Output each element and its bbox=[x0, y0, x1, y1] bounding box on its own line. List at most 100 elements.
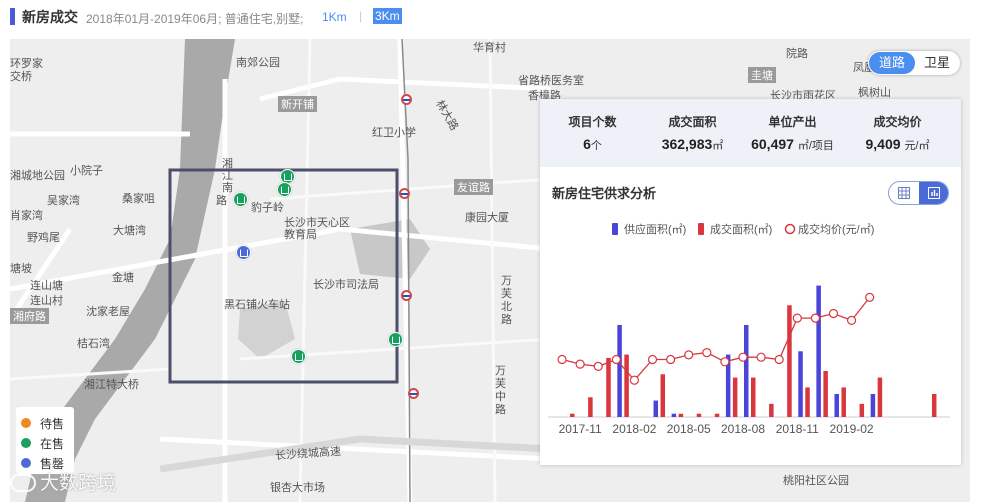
bar-mark bbox=[660, 374, 666, 417]
price-point bbox=[611, 354, 621, 365]
filter-summary: 2018年01月-2019年06月; 普通住宅,别墅; bbox=[86, 12, 304, 26]
legend-swatch bbox=[698, 223, 704, 235]
project-pin-on-sale[interactable] bbox=[388, 332, 403, 347]
legend-label: 待售 bbox=[40, 417, 65, 431]
bar-mark bbox=[841, 387, 846, 417]
title-accent-bar bbox=[10, 8, 15, 25]
bar-mark bbox=[617, 325, 622, 417]
bar-mark bbox=[588, 397, 593, 417]
bar-mark bbox=[877, 377, 883, 417]
bar-mark bbox=[570, 413, 575, 417]
map-label: 桃阳社区公园 bbox=[783, 475, 849, 487]
bar-mark bbox=[798, 351, 803, 417]
map-label: 小院子 bbox=[70, 165, 103, 177]
watermark-logo-icon bbox=[10, 474, 36, 492]
radius-separator: | bbox=[359, 9, 363, 23]
bar-mark bbox=[714, 413, 720, 417]
project-pin-on-sale[interactable] bbox=[277, 182, 292, 197]
stat-value: 60,497 ㎡/项目 bbox=[751, 136, 834, 152]
price-point bbox=[702, 348, 712, 358]
stat-label: 项目个数 bbox=[568, 115, 617, 129]
radius-3km-option[interactable]: 3Km bbox=[373, 8, 402, 24]
bar-mark bbox=[859, 403, 865, 417]
map-label: 南郊公园 bbox=[236, 57, 280, 69]
bar-mark bbox=[671, 413, 677, 417]
map-label: 金塘 bbox=[112, 272, 134, 284]
radius-1km-option[interactable]: 1Km bbox=[322, 10, 347, 24]
map-label: 枫树山 bbox=[858, 87, 891, 99]
bar-mark bbox=[751, 377, 756, 417]
price-point bbox=[738, 352, 748, 362]
map-label: 康园大厦 bbox=[465, 212, 509, 224]
bar-mark bbox=[653, 400, 659, 417]
map-label: 连山塘 bbox=[30, 280, 63, 292]
metro-station-icon bbox=[401, 290, 412, 301]
map-label: 红卫小学 bbox=[372, 127, 416, 139]
metro-station-icon bbox=[401, 94, 412, 105]
map-label: 沈家老屋 bbox=[86, 306, 130, 318]
x-tick-label: 2018-11 bbox=[776, 422, 819, 436]
map-label: 连山村 bbox=[30, 295, 63, 307]
project-pin-sold-out[interactable] bbox=[236, 245, 251, 260]
map-label: 省路桥医务室 bbox=[518, 75, 584, 87]
project-pin-on-sale[interactable] bbox=[291, 349, 306, 364]
price-point bbox=[792, 313, 802, 323]
bar-mark bbox=[732, 377, 738, 417]
map-label: 圭塘 bbox=[748, 67, 776, 83]
chart-view-button[interactable] bbox=[919, 182, 948, 204]
map-label: 豹子岭 bbox=[251, 202, 284, 214]
x-tick-label: 2018-02 bbox=[612, 422, 656, 436]
stats-bar: 项目个数 6个 成交面积 362,983㎡ 单位产出 60,497 ㎡/项目 成… bbox=[540, 99, 961, 167]
legend-label: 成交均价(元/㎡) bbox=[798, 222, 874, 236]
map-label: 桔石湾 bbox=[77, 338, 110, 350]
bar-mark bbox=[678, 413, 684, 417]
map-layer-toggle[interactable]: 道路 卫星 bbox=[868, 51, 960, 75]
table-view-button[interactable] bbox=[889, 182, 919, 204]
price-point bbox=[647, 354, 658, 365]
map-label: 友谊路 bbox=[454, 179, 493, 195]
map-label: 湘江特大桥 bbox=[84, 379, 139, 391]
stat-label: 单位产出 bbox=[768, 115, 817, 129]
bar-chart-icon bbox=[928, 187, 940, 199]
map-label: 院路 bbox=[786, 48, 808, 60]
price-point bbox=[720, 357, 730, 367]
price-point bbox=[575, 359, 585, 369]
legend-dot-sold-out bbox=[21, 458, 31, 468]
bar-mark bbox=[696, 413, 702, 417]
map-label: 黑石铺火车站 bbox=[224, 299, 290, 311]
map-label: 塘坡 bbox=[10, 263, 32, 275]
watermark: 大数跨境 bbox=[10, 468, 116, 495]
map-label: 肖家湾 bbox=[10, 210, 43, 222]
legend-swatch bbox=[612, 223, 618, 235]
analysis-panel: 项目个数 6个 成交面积 362,983㎡ 单位产出 60,497 ㎡/项目 成… bbox=[540, 99, 961, 465]
legend-dot-pending bbox=[21, 418, 31, 428]
layer-satellite-button[interactable]: 卫星 bbox=[914, 52, 960, 74]
bar-mark bbox=[816, 285, 821, 417]
price-point bbox=[557, 354, 567, 365]
panel-title: 新房住宅供求分析 bbox=[552, 186, 657, 201]
table-icon bbox=[898, 187, 910, 199]
park-area bbox=[350, 219, 430, 279]
stat-label: 成交均价 bbox=[873, 115, 922, 129]
stat-value: 9,409 元/㎡ bbox=[865, 136, 930, 152]
layer-road-button[interactable]: 道路 bbox=[869, 52, 915, 74]
bar-mark bbox=[606, 357, 611, 417]
stat-deal-area: 成交面积 362,983㎡ bbox=[640, 113, 745, 153]
header: 新房成交 2018年01月-2019年06月; 普通住宅,别墅; 1Km | 3… bbox=[0, 0, 985, 36]
map-label: 万芙北路 bbox=[501, 275, 512, 326]
metro-station-icon bbox=[408, 388, 419, 399]
map-label: 华育村 bbox=[473, 42, 506, 54]
supply-demand-chart: 供应面积(㎡) 成交面积(㎡) 成交均价(元/㎡) 2017-11 2018-02 201… bbox=[548, 222, 950, 436]
bar-mark bbox=[744, 325, 749, 417]
bar-mark bbox=[931, 394, 937, 417]
price-point bbox=[865, 292, 875, 303]
bar-mark bbox=[834, 394, 839, 417]
price-point bbox=[756, 352, 766, 362]
legend-label: 成交面积(㎡) bbox=[710, 222, 772, 236]
x-tick-label: 2018-08 bbox=[721, 422, 765, 436]
map-label: 万芙中路 bbox=[495, 365, 506, 416]
stat-unit-output: 单位产出 60,497 ㎡/项目 bbox=[740, 113, 845, 153]
map-label: 野鸡尾 bbox=[27, 232, 60, 244]
project-pin-on-sale[interactable] bbox=[233, 192, 248, 207]
view-switcher[interactable] bbox=[888, 181, 949, 205]
